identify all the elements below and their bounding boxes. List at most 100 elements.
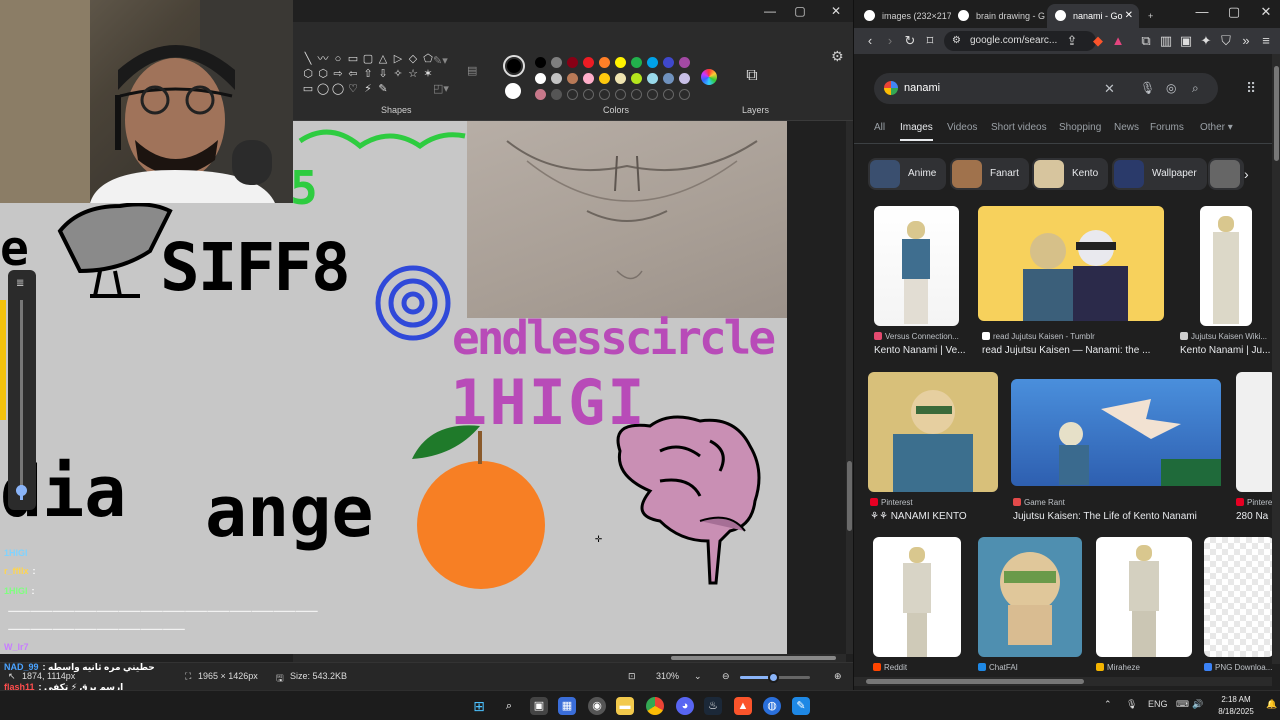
shape-tool[interactable]: ⬡: [316, 67, 330, 82]
color-swatch[interactable]: [535, 73, 546, 84]
steam-icon[interactable]: ♨: [704, 697, 722, 715]
color-swatch[interactable]: [551, 57, 562, 68]
brush-size-slider[interactable]: ≣: [8, 270, 36, 510]
shape-tool[interactable]: 〰: [316, 52, 330, 67]
clock[interactable]: 2:18 AM 8/18/2025: [1205, 694, 1267, 718]
search-tab-all[interactable]: All: [874, 122, 885, 133]
outline-icon[interactable]: ✎▾: [433, 54, 453, 68]
image-result[interactable]: PNG Downloa...: [1204, 537, 1274, 677]
volume-icon[interactable]: 🔊: [1192, 699, 1203, 710]
settings-gear-icon[interactable]: ⚙: [831, 48, 844, 65]
shape-tool[interactable]: ▭: [346, 52, 360, 67]
color-swatch[interactable]: [663, 73, 674, 84]
page-scrollbar[interactable]: [1272, 54, 1280, 664]
search-icon[interactable]: ⌕: [1192, 73, 1199, 104]
tab-nanami[interactable]: nanami - Go ✕: [1047, 4, 1139, 28]
page-horizontal-scroll-thumb[interactable]: [866, 679, 1084, 684]
search-input[interactable]: nanami ✕ 🎙 ◎ ⌕: [874, 73, 1218, 104]
search-tab-shopping[interactable]: Shopping: [1059, 122, 1101, 133]
color-swatch[interactable]: [647, 89, 658, 100]
color-swatch[interactable]: [599, 57, 610, 68]
chips-next-icon[interactable]: ›: [1244, 166, 1249, 182]
network-icon[interactable]: ⌨: [1176, 699, 1189, 710]
sidebar-icon[interactable]: ▥: [1158, 33, 1174, 49]
obs-icon[interactable]: ◉: [588, 697, 606, 715]
new-tab-button[interactable]: +: [1142, 4, 1166, 28]
close-tab-icon[interactable]: ✕: [1125, 4, 1133, 28]
wallet-icon[interactable]: ▣: [1178, 33, 1194, 49]
shape-tool[interactable]: ⇩: [376, 67, 390, 82]
window-minimize-icon[interactable]: —: [1194, 4, 1210, 20]
shape-fill-icon[interactable]: ▤: [467, 64, 487, 78]
image-result[interactable]: Miraheze: [1096, 537, 1192, 677]
zoom-slider-thumb[interactable]: [768, 672, 779, 683]
task-view-icon[interactable]: ▣: [530, 697, 548, 715]
secondary-color[interactable]: [505, 83, 521, 99]
color-swatch[interactable]: [647, 57, 658, 68]
rewards-icon[interactable]: ▲: [1110, 33, 1126, 49]
search-tab-other[interactable]: Other ▾: [1200, 122, 1233, 133]
search-tab-news[interactable]: News: [1114, 122, 1139, 133]
color-swatch[interactable]: [551, 89, 562, 100]
shape-tool[interactable]: ╲: [301, 52, 315, 67]
chip-wallpaper[interactable]: Wallpaper: [1112, 158, 1207, 190]
layers-icon[interactable]: ⧉: [741, 67, 763, 89]
vpn-icon[interactable]: ⛉: [1218, 33, 1234, 49]
store-icon[interactable]: ▦: [558, 697, 576, 715]
shape-tool[interactable]: ▢: [361, 52, 375, 67]
shape-tool[interactable]: ⚡: [361, 82, 375, 97]
color-swatch[interactable]: [679, 73, 690, 84]
zoom-out-icon[interactable]: ⊖: [722, 671, 730, 682]
menu-icon[interactable]: ≡: [1258, 33, 1274, 49]
color-swatch[interactable]: [615, 57, 626, 68]
color-swatch[interactable]: [679, 89, 690, 100]
shape-tool[interactable]: ✎: [376, 82, 390, 97]
browser-icon[interactable]: ◍: [763, 697, 781, 715]
discord-icon[interactable]: ◕: [676, 697, 694, 715]
back-icon[interactable]: ‹: [862, 33, 878, 49]
clear-search-icon[interactable]: ✕: [1104, 73, 1115, 104]
color-swatch[interactable]: [599, 73, 610, 84]
show-hidden-icons[interactable]: ⌃: [1104, 699, 1112, 710]
shape-tool[interactable]: ○: [331, 52, 345, 67]
page-scroll-thumb[interactable]: [1274, 66, 1279, 161]
shape-tool[interactable]: ▷: [391, 52, 405, 67]
window-close-icon[interactable]: ✕: [1258, 4, 1274, 20]
notifications-icon[interactable]: 🔔: [1266, 699, 1277, 710]
microphone-icon[interactable]: 🎙: [1126, 699, 1137, 710]
shape-tool[interactable]: ☆: [406, 67, 420, 82]
color-swatch[interactable]: [663, 89, 674, 100]
color-swatch[interactable]: [615, 73, 626, 84]
image-result[interactable]: ChatFAI: [978, 537, 1082, 677]
shape-tool[interactable]: ◯: [316, 82, 330, 97]
horizontal-scroll-thumb[interactable]: [671, 656, 836, 660]
shape-tool[interactable]: ◇: [406, 52, 420, 67]
paint-icon[interactable]: ✎: [792, 697, 810, 715]
shape-tool[interactable]: ⬡: [301, 67, 315, 82]
color-swatch[interactable]: [647, 73, 658, 84]
canvas-horizontal-scrollbar[interactable]: [293, 654, 846, 662]
share-icon[interactable]: ⇪: [1064, 33, 1080, 49]
image-result[interactable]: Versus Connection... Kento Nanami | Ve..…: [874, 206, 966, 356]
zoom-dropdown-icon[interactable]: ⌄: [694, 671, 702, 682]
image-result[interactable]: Reddit: [873, 537, 961, 677]
color-swatch[interactable]: [679, 57, 690, 68]
color-swatch[interactable]: [631, 73, 642, 84]
color-swatch[interactable]: [615, 89, 626, 100]
search-icon[interactable]: ⌕: [500, 697, 518, 715]
shape-tool[interactable]: ♡: [346, 82, 360, 97]
window-restore-icon[interactable]: ▢: [1226, 4, 1242, 20]
maximize-button[interactable]: ▢: [785, 2, 815, 20]
edit-colors-icon[interactable]: [701, 69, 717, 85]
image-result[interactable]: Game Rant Jujutsu Kaisen: The Life of Ke…: [1011, 379, 1223, 524]
brush-size-thumb[interactable]: [16, 485, 27, 496]
brave-icon[interactable]: ▲: [734, 697, 752, 715]
image-result[interactable]: Pinterest ⚘⚘ NANAMI KENTO: [868, 372, 998, 524]
color-swatch[interactable]: [535, 57, 546, 68]
chip-kento[interactable]: Kento: [1032, 158, 1109, 190]
shape-tool[interactable]: △: [376, 52, 390, 67]
image-result[interactable]: Jujutsu Kaisen Wiki... Kento Nanami | Ju…: [1180, 206, 1272, 356]
zoom-level[interactable]: 310%: [656, 671, 679, 681]
close-button[interactable]: ✕: [821, 2, 851, 20]
color-swatch[interactable]: [567, 89, 578, 100]
